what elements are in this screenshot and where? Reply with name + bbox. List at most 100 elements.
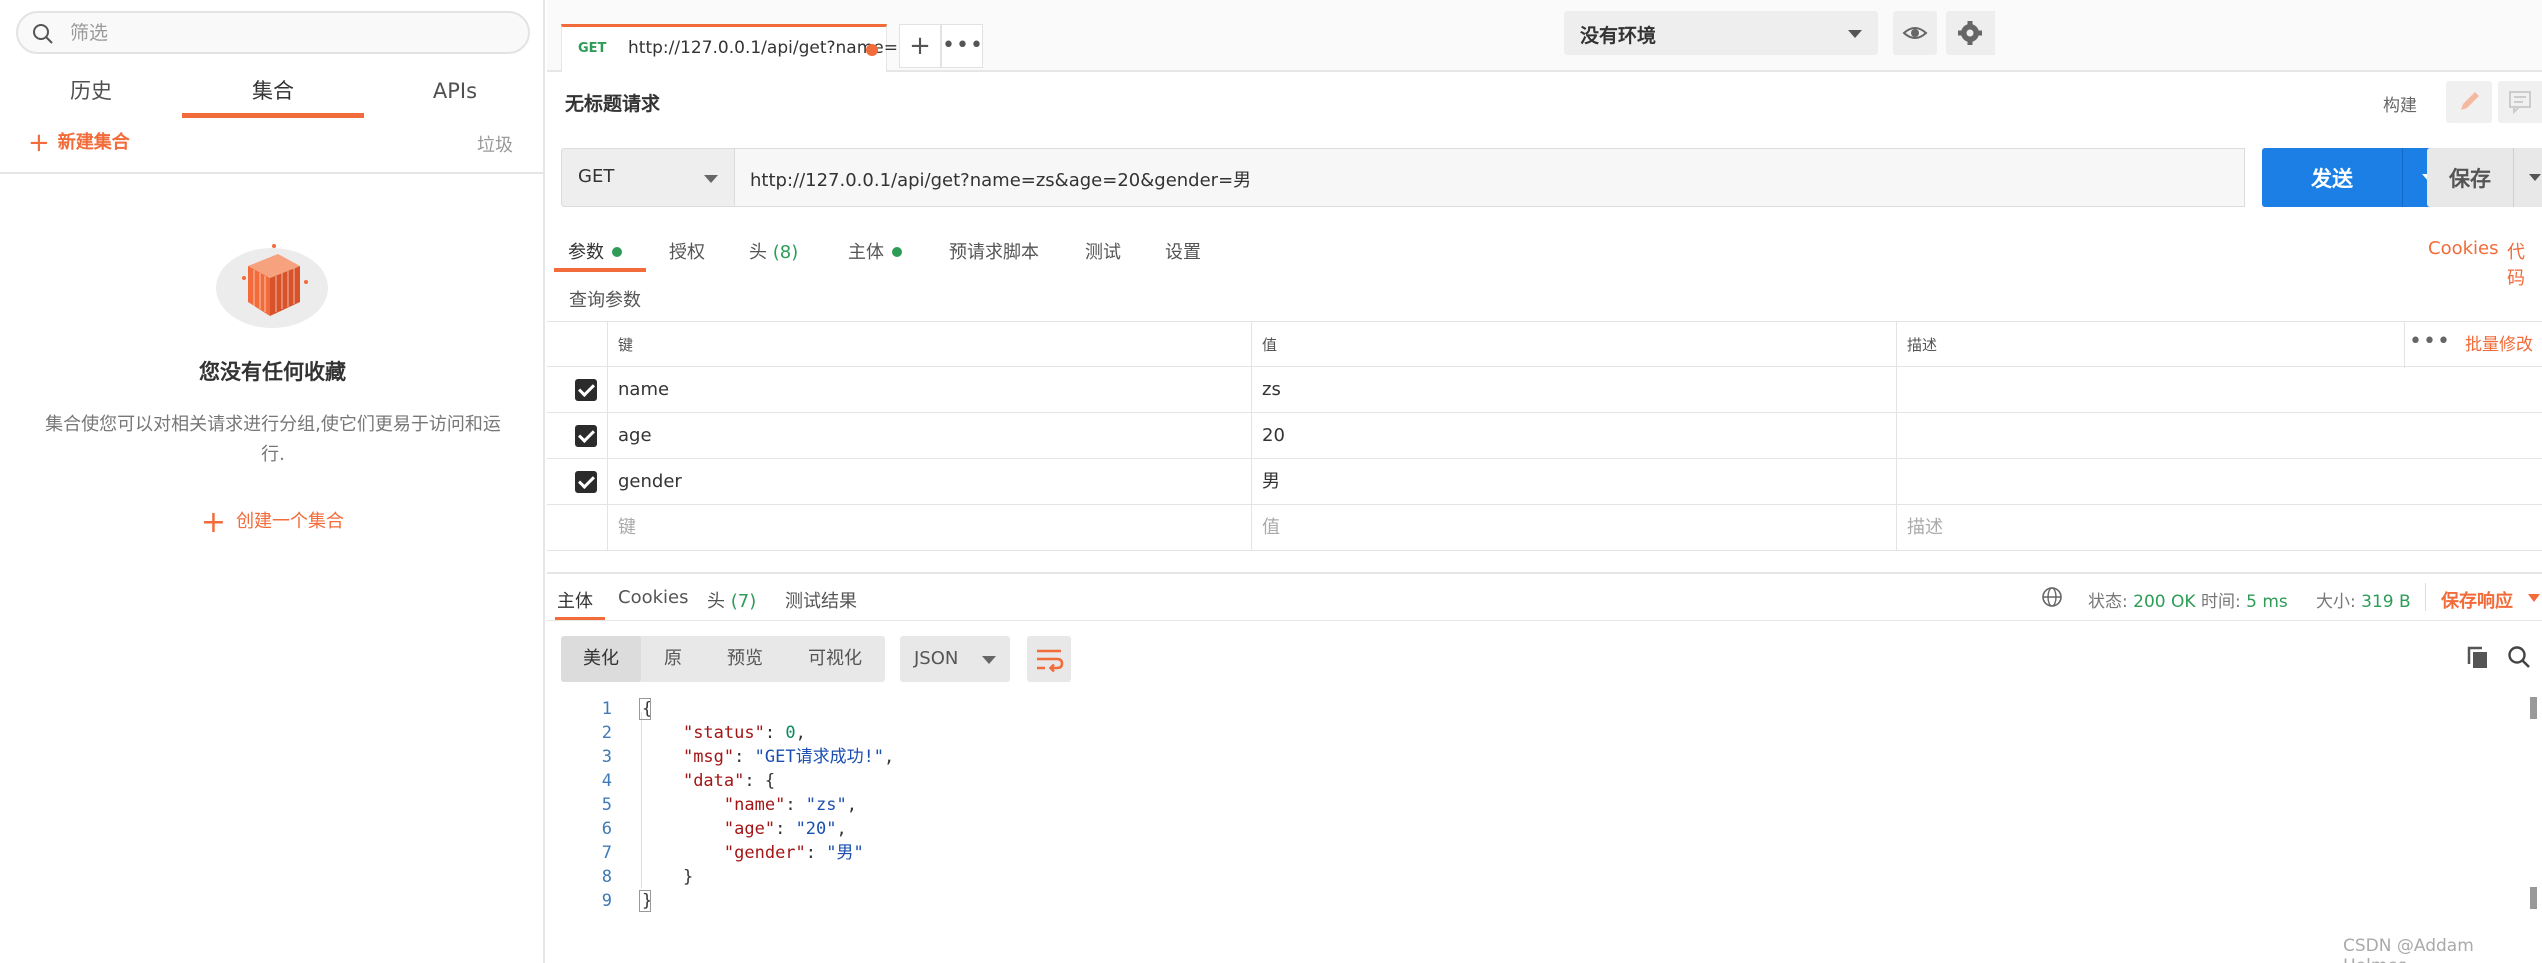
param-description[interactable] xyxy=(1896,413,2542,458)
time-value[interactable]: 5 ms xyxy=(2246,592,2288,612)
wrap-lines-button[interactable] xyxy=(1027,636,1071,682)
param-key[interactable]: age xyxy=(607,413,1251,458)
divider xyxy=(2402,148,2403,207)
code-text: "msg": "GET请求成功!", xyxy=(682,747,895,767)
format-label: JSON xyxy=(914,648,959,669)
size-label: 大小: xyxy=(2316,592,2356,612)
code-text: "name": "zs", xyxy=(723,795,857,815)
response-body-editor[interactable]: 1{ 2 "status": 0, 3 "msg": "GET请求成功!", 4… xyxy=(560,697,2530,917)
param-value[interactable]: 男 xyxy=(1251,459,1896,504)
code-line: 2 "status": 0, xyxy=(560,721,2530,745)
tab-headers[interactable]: 头 (8) xyxy=(749,238,798,264)
table-row: age 20 xyxy=(547,413,2542,459)
tab-settings[interactable]: 设置 xyxy=(1165,238,1201,264)
checkbox[interactable] xyxy=(575,379,597,401)
tab-prerequest-script[interactable]: 预请求脚本 xyxy=(949,238,1039,264)
param-description[interactable] xyxy=(1896,367,2542,412)
new-key-input[interactable]: 键 xyxy=(607,505,1251,550)
tab-auth[interactable]: 授权 xyxy=(669,238,705,264)
checkbox[interactable] xyxy=(575,425,597,447)
empty-title: 您没有任何收藏 xyxy=(199,360,346,384)
comments-button[interactable] xyxy=(2498,81,2542,123)
line-number: 5 xyxy=(601,795,612,815)
build-mode-label[interactable]: 构建 xyxy=(2383,91,2417,116)
view-preview-button[interactable]: 预览 xyxy=(705,636,785,682)
divider xyxy=(2425,583,2426,611)
search-icon xyxy=(33,24,53,44)
tab-body[interactable]: 主体 xyxy=(848,238,902,264)
copy-icon[interactable] xyxy=(2466,645,2490,671)
new-description-input[interactable]: 描述 xyxy=(1896,505,2542,550)
environment-select[interactable]: 没有环境 xyxy=(1564,11,1878,55)
param-key[interactable]: gender xyxy=(607,459,1251,504)
watermark: CSDN @Addam Holmes xyxy=(2343,936,2474,963)
environment-label: 没有环境 xyxy=(1580,25,1657,47)
response-tab-test-results[interactable]: 测试结果 xyxy=(785,587,857,613)
comment-icon xyxy=(2509,91,2531,115)
params-table: 键 值 描述 ••• 批量修改 name zs age 20 gender 男 … xyxy=(547,321,2542,551)
divider xyxy=(0,172,543,174)
scrollbar-marker[interactable] xyxy=(2530,697,2537,719)
search-input[interactable] xyxy=(70,19,510,47)
time-label: 时间: xyxy=(2201,592,2241,612)
param-value[interactable]: 20 xyxy=(1251,413,1896,458)
status-info: 状态: 200 OK xyxy=(2088,587,2196,612)
tab-history[interactable]: 历史 xyxy=(0,66,182,116)
line-number: 7 xyxy=(601,843,612,863)
new-value-input[interactable]: 值 xyxy=(1251,505,1896,550)
tab-apis[interactable]: APIs xyxy=(364,66,546,116)
scrollbar-marker[interactable] xyxy=(2530,887,2537,909)
tab-tests[interactable]: 测试 xyxy=(1085,238,1121,264)
cookies-link[interactable]: Cookies xyxy=(2428,238,2498,259)
param-description[interactable] xyxy=(1896,459,2542,504)
more-tabs-button[interactable]: ••• xyxy=(941,24,983,68)
edit-button[interactable] xyxy=(2446,81,2492,123)
search-icon[interactable] xyxy=(2506,644,2532,670)
request-tab[interactable]: GET http://127.0.0.1/api/get?name=... xyxy=(561,24,914,72)
bulk-edit-link[interactable]: 批量修改 xyxy=(2465,322,2533,368)
url-input[interactable]: http://127.0.0.1/api/get?name=zs&age=20&… xyxy=(735,148,2245,207)
save-response-button[interactable]: 保存响应 xyxy=(2441,587,2513,613)
format-select[interactable]: JSON xyxy=(900,636,1010,682)
size-value[interactable]: 319 B xyxy=(2361,592,2411,612)
trash-link[interactable]: 垃圾 xyxy=(477,131,513,157)
url-text: http://127.0.0.1/api/get?name=zs&age=20&… xyxy=(750,170,1252,191)
view-raw-button[interactable]: 原 xyxy=(641,636,705,682)
view-visualize-button[interactable]: 可视化 xyxy=(785,636,885,682)
tab-collections[interactable]: 集合 xyxy=(182,66,364,118)
code-line: 7 "gender": "男" xyxy=(560,841,2530,865)
new-collection-button[interactable]: + 新建集合 xyxy=(28,128,130,158)
method-select[interactable]: GET xyxy=(561,148,735,207)
checkbox[interactable] xyxy=(575,471,597,493)
wrap-lines-icon xyxy=(1037,649,1064,673)
code-link[interactable]: 代码 xyxy=(2507,238,2542,290)
tab-params[interactable]: 参数 xyxy=(568,238,622,264)
divider xyxy=(2404,322,2405,368)
search-box[interactable] xyxy=(16,11,530,54)
divider xyxy=(2513,148,2514,207)
response-tab-body[interactable]: 主体 xyxy=(557,587,593,613)
response-tab-cookies[interactable]: Cookies xyxy=(618,587,688,608)
view-pretty-button[interactable]: 美化 xyxy=(561,636,641,682)
create-collection-label: 创建一个集合 xyxy=(236,511,345,532)
create-collection-link[interactable]: + 创建一个集合 xyxy=(0,505,545,540)
response-tab-headers[interactable]: 头 (7) xyxy=(707,587,756,613)
request-title[interactable]: 无标题请求 xyxy=(565,89,660,116)
param-key[interactable]: name xyxy=(607,367,1251,412)
status-value[interactable]: 200 OK xyxy=(2133,592,2195,612)
headers-count: (8) xyxy=(772,242,799,263)
globe-icon[interactable] xyxy=(2041,586,2063,608)
code-line: 6 "age": "20", xyxy=(560,817,2530,841)
value-column-header: 值 xyxy=(1251,322,1896,366)
settings-button[interactable] xyxy=(1946,11,1995,55)
param-value[interactable]: zs xyxy=(1251,367,1896,412)
table-row: name zs xyxy=(547,367,2542,413)
save-button[interactable]: 保存 xyxy=(2427,148,2542,207)
chevron-down-icon[interactable] xyxy=(2529,174,2541,181)
more-options-icon[interactable]: ••• xyxy=(2409,322,2450,368)
new-tab-button[interactable]: + xyxy=(899,24,941,68)
line-number: 8 xyxy=(601,867,612,887)
chevron-down-icon[interactable] xyxy=(2528,594,2540,602)
divider xyxy=(547,572,2542,574)
environment-quick-look-button[interactable] xyxy=(1893,11,1937,55)
